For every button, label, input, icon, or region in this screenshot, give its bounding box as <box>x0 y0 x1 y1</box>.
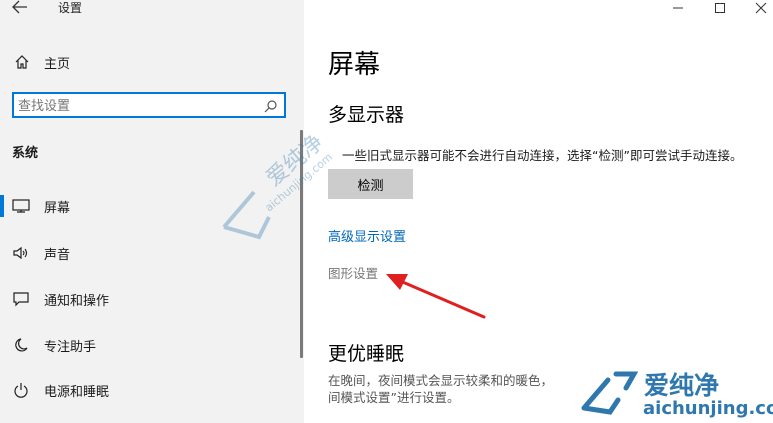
maximize-icon[interactable] <box>697 0 743 16</box>
power-icon <box>12 382 30 398</box>
sidebar-item-home[interactable]: 主页 <box>0 48 300 76</box>
close-icon[interactable] <box>738 0 773 16</box>
speaker-icon <box>12 245 30 261</box>
back-arrow-icon[interactable] <box>12 0 32 16</box>
watermark-logo-icon <box>581 371 638 415</box>
sidebar-item-focus-assist[interactable]: 专注助手 <box>0 330 300 360</box>
home-icon <box>14 54 30 70</box>
notification-icon <box>12 291 30 307</box>
search-icon[interactable] <box>264 98 278 113</box>
red-arrow-annotation <box>386 274 486 319</box>
sidebar-item-label: 主页 <box>44 57 71 72</box>
minimize-icon[interactable] <box>655 0 701 16</box>
monitor-icon <box>12 198 30 214</box>
watermark-badge: 爱纯净 aichunjing.com <box>568 358 773 423</box>
page-title: 屏幕 <box>328 50 381 80</box>
moon-icon <box>12 337 30 353</box>
graphics-settings-link[interactable]: 图形设置 <box>328 263 378 282</box>
watermark-logo: 爱纯净 aichunjing.com <box>222 132 335 240</box>
sidebar-item-label: 专注助手 <box>44 340 97 355</box>
better-sleep-heading: 更优睡眠 <box>328 343 405 365</box>
watermark-brand: 爱纯净 <box>644 371 720 400</box>
sidebar-item-label: 通知和操作 <box>44 294 110 309</box>
multi-display-description: 一些旧式显示器可能不会进行自动连接，选择“检测”即可尝试手动连接。 <box>342 148 743 163</box>
search-input[interactable] <box>16 95 260 117</box>
sidebar-item-label: 电源和睡眠 <box>44 385 110 400</box>
section-title: 系统 <box>12 146 39 161</box>
window-title: 设置 <box>58 1 83 15</box>
multi-display-heading: 多显示器 <box>328 104 405 126</box>
sidebar-item-label: 屏幕 <box>44 201 71 216</box>
sidebar-item-power[interactable]: 电源和睡眠 <box>0 375 300 405</box>
search-box[interactable] <box>12 92 286 118</box>
sidebar-item-label: 声音 <box>44 248 71 263</box>
watermark-url: aichunjing.com <box>643 398 773 419</box>
sidebar-item-notifications[interactable]: 通知和操作 <box>0 284 300 314</box>
